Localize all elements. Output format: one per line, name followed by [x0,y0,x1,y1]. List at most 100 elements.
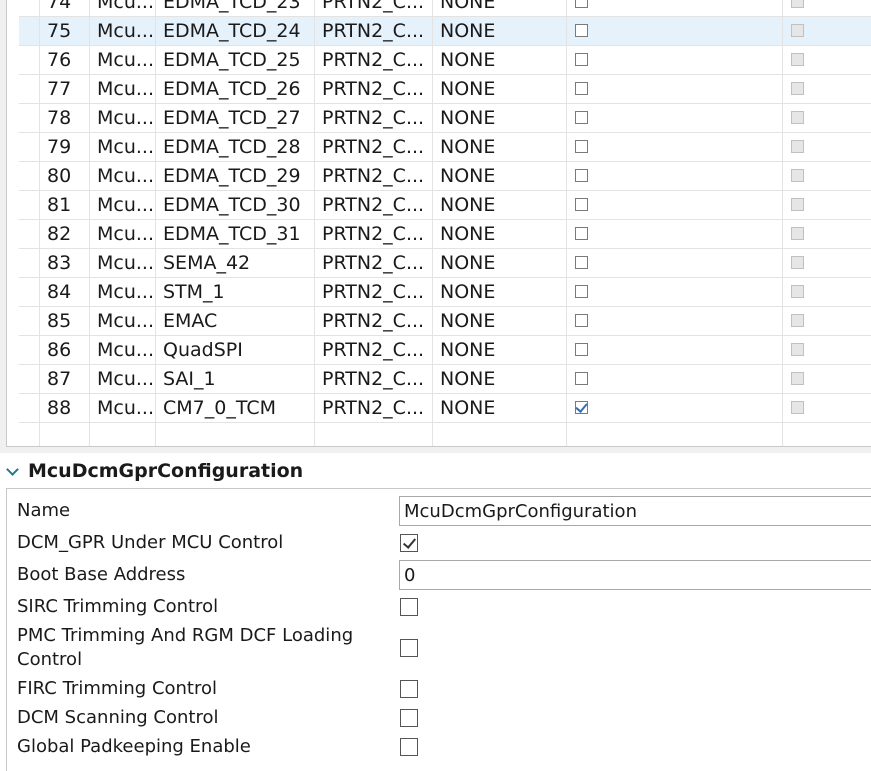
row-disabled-cell [782,365,871,393]
table-row[interactable]: 79 Mcu... EDMA_TCD_28 PRTN2_C... NONE [19,133,871,162]
firc-trimming-control-checkbox[interactable] [400,680,418,698]
name-label: Name [17,500,71,521]
boot-base-address-input[interactable] [399,560,871,590]
section-header[interactable]: McuDcmGprConfiguration [0,456,871,486]
row-partition: PRTN2_C... [314,46,432,74]
row-index: 82 [39,220,89,248]
row-name: CM7_0_TCM [155,394,314,422]
row-module: Mcu... [89,220,155,248]
pmc-trimming-checkbox[interactable] [400,639,418,657]
row-mode: NONE [432,75,566,103]
row-enable-cell [566,249,782,277]
row-enable-checkbox[interactable] [575,82,588,95]
table-row[interactable]: 83 Mcu... SEMA_42 PRTN2_C... NONE [19,249,871,278]
row-disabled-cell [782,104,871,132]
row-enable-checkbox[interactable] [575,256,588,269]
row-disabled-checkbox [791,198,804,211]
row-enable-checkbox[interactable] [575,401,588,414]
row-enable-checkbox[interactable] [575,227,588,240]
table-body: 74 Mcu... EDMA_TCD_23 PRTN2_C... NONE 75… [19,0,871,446]
row-mode: NONE [432,365,566,393]
row-disabled-checkbox [791,285,804,298]
row-enable-checkbox[interactable] [575,0,588,8]
row-enable-checkbox[interactable] [575,140,588,153]
row-disabled-cell [782,75,871,103]
name-input[interactable] [399,496,871,526]
row-module: Mcu... [89,249,155,277]
chevron-down-icon[interactable] [6,463,19,476]
row-mode: NONE [432,162,566,190]
row-partition: PRTN2_C... [314,249,432,277]
sirc-trimming-control-checkbox[interactable] [400,598,418,616]
boot-base-address-label: Boot Base Address [17,564,186,585]
row-partition: PRTN2_C... [314,307,432,335]
row-mode: NONE [432,249,566,277]
row-index: 83 [39,249,89,277]
row-disabled-checkbox [791,401,804,414]
row-enable-checkbox[interactable] [575,314,588,327]
table-row[interactable]: 86 Mcu... QuadSPI PRTN2_C... NONE [19,336,871,365]
row-name: EDMA_TCD_28 [155,133,314,161]
row-index: 84 [39,278,89,306]
row-module: Mcu... [89,0,155,16]
table-row[interactable]: 87 Mcu... SAI_1 PRTN2_C... NONE [19,365,871,394]
pmc-trimming-label-line2: Control [17,649,83,670]
table-row[interactable]: 84 Mcu... STM_1 PRTN2_C... NONE [19,278,871,307]
row-enable-checkbox[interactable] [575,372,588,385]
table-row[interactable]: 78 Mcu... EDMA_TCD_27 PRTN2_C... NONE [19,104,871,133]
row-mode: NONE [432,17,566,45]
row-module: Mcu... [89,75,155,103]
dcm-gpr-under-mcu-control-checkbox[interactable] [400,534,418,552]
properties-panel: Name DCM_GPR Under MCU Control Boot Base… [6,488,871,771]
table-row[interactable]: 76 Mcu... EDMA_TCD_25 PRTN2_C... NONE [19,46,871,75]
row-partition: PRTN2_C... [314,133,432,161]
row-disabled-checkbox [791,227,804,240]
row-enable-cell [566,394,782,422]
row-partition: PRTN2_C... [314,0,432,16]
row-enable-checkbox[interactable] [575,198,588,211]
row-name: EDMA_TCD_31 [155,220,314,248]
dcm-scanning-control-checkbox[interactable] [400,709,418,727]
row-name: QuadSPI [155,336,314,364]
row-enable-checkbox[interactable] [575,169,588,182]
row-disabled-checkbox [791,256,804,269]
row-enable-checkbox[interactable] [575,343,588,356]
row-enable-checkbox[interactable] [575,285,588,298]
row-disabled-cell [782,336,871,364]
row-partition: PRTN2_C... [314,278,432,306]
row-enable-cell [566,133,782,161]
row-disabled-cell [782,46,871,74]
row-name: SEMA_42 [155,249,314,277]
row-enable-cell [566,0,782,16]
row-disabled-cell [782,133,871,161]
table-row[interactable]: 75 Mcu... EDMA_TCD_24 PRTN2_C... NONE [19,17,871,46]
row-enable-cell [566,75,782,103]
row-module: Mcu... [89,191,155,219]
row-disabled-checkbox [791,0,804,8]
table-row[interactable]: 81 Mcu... EDMA_TCD_30 PRTN2_C... NONE [19,191,871,220]
row-index: 86 [39,336,89,364]
row-enable-checkbox[interactable] [575,111,588,124]
row-disabled-cell [782,307,871,335]
row-name: EDMA_TCD_30 [155,191,314,219]
row-enable-checkbox[interactable] [575,53,588,66]
row-enable-checkbox[interactable] [575,24,588,37]
row-module: Mcu... [89,133,155,161]
table-row[interactable]: 80 Mcu... EDMA_TCD_29 PRTN2_C... NONE [19,162,871,191]
row-enable-cell [566,104,782,132]
table-row[interactable]: 88 Mcu... CM7_0_TCM PRTN2_C... NONE [19,394,871,423]
section-title: McuDcmGprConfiguration [28,460,304,482]
table-row[interactable]: 77 Mcu... EDMA_TCD_26 PRTN2_C... NONE [19,75,871,104]
row-module: Mcu... [89,394,155,422]
row-disabled-cell [782,220,871,248]
row-index: 81 [39,191,89,219]
row-index: 85 [39,307,89,335]
partition-table: 74 Mcu... EDMA_TCD_23 PRTN2_C... NONE 75… [6,0,871,447]
table-row[interactable]: 82 Mcu... EDMA_TCD_31 PRTN2_C... NONE [19,220,871,249]
global-padkeeping-enable-label: Global Padkeeping Enable [17,736,251,757]
row-disabled-checkbox [791,140,804,153]
row-index: 87 [39,365,89,393]
global-padkeeping-enable-checkbox[interactable] [400,738,418,756]
table-row[interactable]: 85 Mcu... EMAC PRTN2_C... NONE [19,307,871,336]
table-row[interactable]: 74 Mcu... EDMA_TCD_23 PRTN2_C... NONE [19,0,871,17]
